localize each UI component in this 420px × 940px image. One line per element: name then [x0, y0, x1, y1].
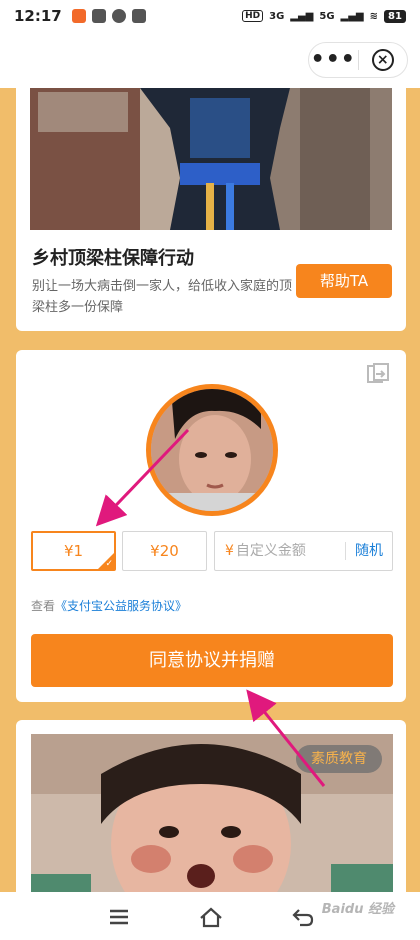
- custom-amount-placeholder: 自定义金额: [235, 543, 306, 559]
- nav-bar: ••• ×: [0, 32, 420, 88]
- signal-icon-2: ▂▄▆: [340, 10, 364, 22]
- custom-amount-prefix: ¥: [225, 543, 234, 559]
- compass-icon: [111, 9, 126, 23]
- status-time: 12:17: [14, 7, 62, 25]
- status-indicators: HD 3G ▂▄▆ 5G ▂▄▆ ≋ 81: [242, 9, 406, 23]
- random-amount-button[interactable]: 随机: [346, 532, 392, 570]
- menu-icon[interactable]: [106, 904, 132, 930]
- network-tag-hd: HD: [242, 10, 264, 22]
- check-icon: ✓: [105, 559, 113, 569]
- amount-label-1: ¥1: [63, 542, 84, 560]
- amount-option-1[interactable]: ¥1 ✓: [31, 531, 116, 571]
- app-notification-icon: [71, 9, 86, 23]
- agreement-line: 查看《支付宝公益服务协议》: [31, 597, 187, 614]
- amount-label-20: ¥20: [150, 542, 179, 560]
- signal-icon: ▂▄▆: [290, 10, 314, 22]
- custom-amount-field[interactable]: ¥ 自定义金额 随机: [214, 531, 393, 571]
- project-description: 别让一场大病击倒一家人，给低收入家庭的顶梁柱多一份保障: [32, 279, 293, 315]
- back-icon[interactable]: [290, 904, 316, 930]
- crown-icon: [91, 9, 106, 23]
- agreement-link[interactable]: 《支付宝公益服务协议》: [55, 599, 187, 613]
- calendar-icon: [131, 9, 146, 23]
- agreement-prefix: 查看: [31, 599, 56, 613]
- wifi-icon: ≋: [369, 10, 378, 22]
- amount-option-20[interactable]: ¥20: [122, 531, 207, 571]
- project-photo: [30, 88, 392, 230]
- switch-icon[interactable]: [364, 360, 392, 388]
- project-title: 乡村顶梁柱保障行动: [32, 248, 194, 269]
- status-app-icons: [71, 9, 146, 23]
- close-icon: ×: [371, 49, 394, 71]
- network-tag-5g: 5G: [319, 10, 335, 22]
- category-tag: 素质教育: [296, 745, 382, 773]
- network-tag-3g: 3G: [269, 10, 285, 22]
- baidu-watermark: Baidu 经验: [321, 902, 394, 917]
- menu-capsule: ••• ×: [308, 42, 408, 78]
- status-bar: 12:17 HD 3G ▂▄▆ 5G ▂▄▆ ≋ 81: [0, 0, 420, 32]
- close-button[interactable]: ×: [358, 49, 407, 71]
- beneficiary-avatar: [146, 384, 278, 516]
- help-ta-button[interactable]: 帮助TA: [296, 264, 392, 298]
- project-card: 乡村顶梁柱保障行动 别让一场大病击倒一家人，给低收入家庭的顶梁柱多一份保障 帮助…: [16, 88, 406, 331]
- agree-and-donate-button[interactable]: 同意协议并捐赠: [31, 634, 393, 687]
- battery-icon: 81: [384, 9, 406, 23]
- home-icon[interactable]: [198, 904, 224, 930]
- more-button[interactable]: •••: [309, 42, 358, 78]
